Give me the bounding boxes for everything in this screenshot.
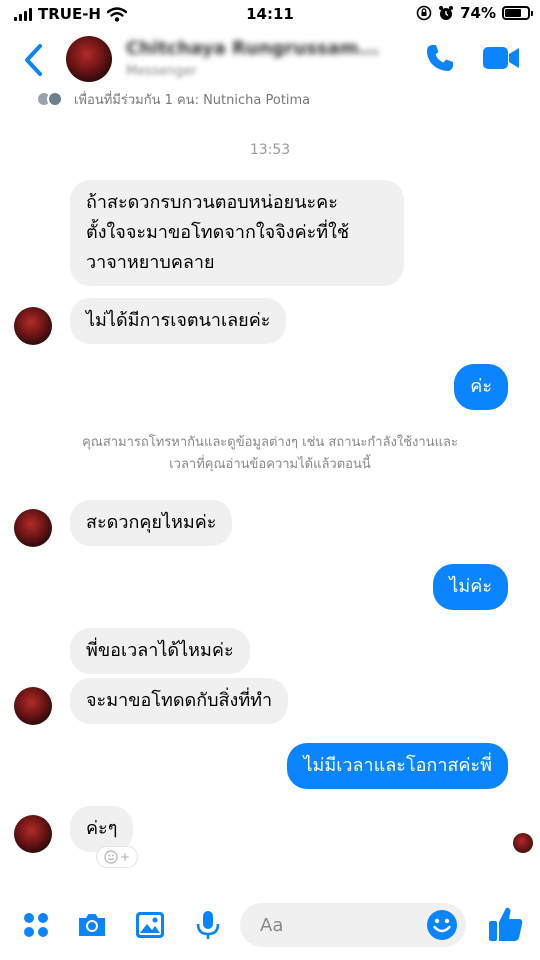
microphone-icon[interactable]: [192, 909, 224, 941]
orientation-lock-icon: [416, 5, 432, 21]
thumbs-up-icon[interactable]: [488, 905, 524, 943]
message-bubble-outgoing[interactable]: ค่ะ: [454, 364, 508, 410]
alarm-icon: [439, 6, 454, 20]
message-line: ตั้งใจจะมาขอโทดจากใจจิงค่ะที่ใช้: [86, 222, 350, 243]
status-bar: TRUE-H 14:11 74%: [0, 0, 540, 28]
message-bubble-outgoing[interactable]: ไม่มีเวลาและโอกาสค่ะพี่: [287, 743, 508, 789]
emoji-outline-icon: [104, 850, 118, 864]
sender-avatar[interactable]: [14, 815, 52, 853]
sender-avatar[interactable]: [14, 687, 52, 725]
emoji-icon[interactable]: [426, 909, 458, 941]
mutual-friends-text: เพื่อนที่มีร่วมกัน 1 คน: Nutnicha Potima: [74, 92, 311, 108]
camera-icon[interactable]: [76, 909, 108, 941]
apps-grid-icon[interactable]: [20, 909, 52, 941]
sender-avatar[interactable]: [14, 307, 52, 345]
conversation-header: Chitchaya Rungrussam... Messenger: [0, 28, 540, 92]
add-reaction-button[interactable]: +: [96, 846, 138, 868]
system-message-line: เวลาที่คุณอ่านข้อความได้แล้วตอนนี้: [169, 457, 371, 472]
read-receipt-avatar: [513, 833, 533, 853]
message-line: วาจาหยาบคลาย: [86, 252, 215, 273]
message-bubble-incoming[interactable]: ถ้าสะดวกรบกวนตอบหน่อยนะคะ ตั้งใจจะมาขอโท…: [70, 180, 404, 286]
phone-icon[interactable]: [424, 42, 456, 74]
system-message-line: คุณสามารถโทรหากันและดูข้อมูลต่างๆ เช่น ส…: [82, 435, 458, 450]
contact-subtitle: Messenger: [126, 64, 197, 79]
contact-avatar[interactable]: [66, 36, 112, 82]
gallery-icon[interactable]: [134, 909, 166, 941]
message-bubble-incoming[interactable]: จะมาขอโทดดกับสิ่งที่ทำ: [70, 678, 289, 724]
contact-name[interactable]: Chitchaya Rungrussam...: [126, 38, 379, 59]
battery-percent: 74%: [460, 4, 496, 22]
add-reaction-label: +: [119, 850, 131, 864]
battery-icon: [502, 6, 533, 20]
mutual-friends-icon: [36, 89, 66, 109]
message-composer: [0, 895, 540, 960]
message-bubble-incoming[interactable]: ไม่ได้มีการเจตนาเลยค่ะ: [70, 298, 287, 344]
back-chevron-icon[interactable]: [20, 42, 48, 78]
mutual-friends-row: เพื่อนที่มีร่วมกัน 1 คน: Nutnicha Potima: [36, 88, 516, 110]
message-bubble-outgoing[interactable]: ไม่ค่ะ: [433, 564, 508, 610]
battery-fill: [505, 9, 522, 17]
status-right: 74%: [416, 4, 533, 22]
message-timestamp: 13:53: [249, 142, 291, 158]
video-camera-icon[interactable]: [482, 44, 520, 72]
system-message: คุณสามารถโทรหากันและดูข้อมูลต่างๆ เช่น ส…: [30, 432, 510, 476]
message-line: ถ้าสะดวกรบกวนตอบหน่อยนะคะ: [86, 192, 338, 213]
message-bubble-incoming[interactable]: สะดวกคุยไหมค่ะ: [70, 500, 233, 546]
sender-avatar[interactable]: [14, 509, 52, 547]
message-bubble-incoming[interactable]: พี่ขอเวลาได้ไหมค่ะ: [70, 628, 250, 674]
